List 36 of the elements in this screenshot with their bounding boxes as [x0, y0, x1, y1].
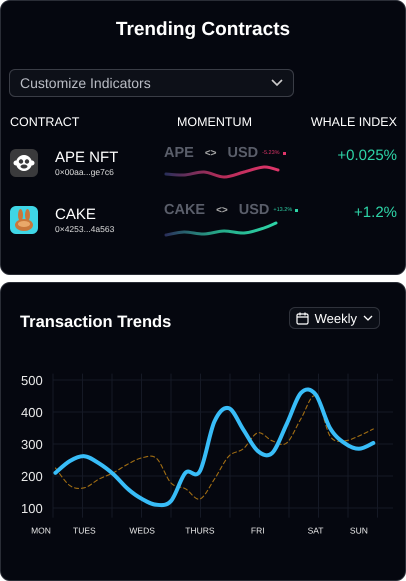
rabbit-icon	[10, 206, 38, 234]
column-header: WHALE INDEX	[310, 115, 397, 129]
x-axis-label: SUN	[350, 526, 368, 536]
y-axis-label: 300	[21, 437, 43, 452]
contract-address: 0×00aa...ge7c6	[55, 167, 115, 177]
monkey-icon	[10, 149, 38, 177]
x-axis-label: MON	[31, 526, 51, 536]
base-symbol: CAKE	[164, 202, 206, 218]
x-axis-label: FRI	[250, 526, 265, 536]
y-axis-label: 100	[21, 501, 43, 516]
calendar-icon	[296, 312, 309, 324]
chevron-down-icon	[271, 79, 283, 87]
x-axis-label: THURS	[185, 526, 215, 536]
quote-symbol: USD	[238, 202, 270, 218]
column-header: CONTRACT	[10, 115, 80, 129]
chart-title: Transaction Trends	[20, 313, 172, 332]
y-axis-label: 500	[21, 373, 43, 388]
period-dropdown[interactable]: Weekly	[288, 307, 380, 329]
y-axis-label: 200	[21, 469, 43, 484]
column-header: MOMENTUM	[176, 115, 253, 129]
x-axis-label: TUES	[73, 526, 96, 536]
swap-icon: <>	[216, 204, 228, 216]
contract-name: CAKE	[55, 206, 97, 223]
y-axis-label: 400	[21, 405, 43, 420]
whale-index: +0.025%	[336, 146, 397, 164]
contract-address: 0×4253...4a563	[55, 224, 114, 234]
chevron-down-icon	[363, 315, 373, 321]
x-axis-label: WEDS	[129, 526, 155, 536]
card-title: Trending Contracts	[114, 18, 292, 42]
base-symbol: APE	[164, 145, 194, 161]
contract-name: APE NFT	[55, 149, 118, 166]
swap-icon: <>	[204, 148, 217, 158]
indicator-dropdown[interactable]: Customize Indicators	[9, 69, 294, 97]
whale-index: +1.2%	[353, 204, 397, 220]
quote-symbol: USD	[228, 145, 258, 161]
x-axis-label: SAT	[308, 526, 324, 536]
